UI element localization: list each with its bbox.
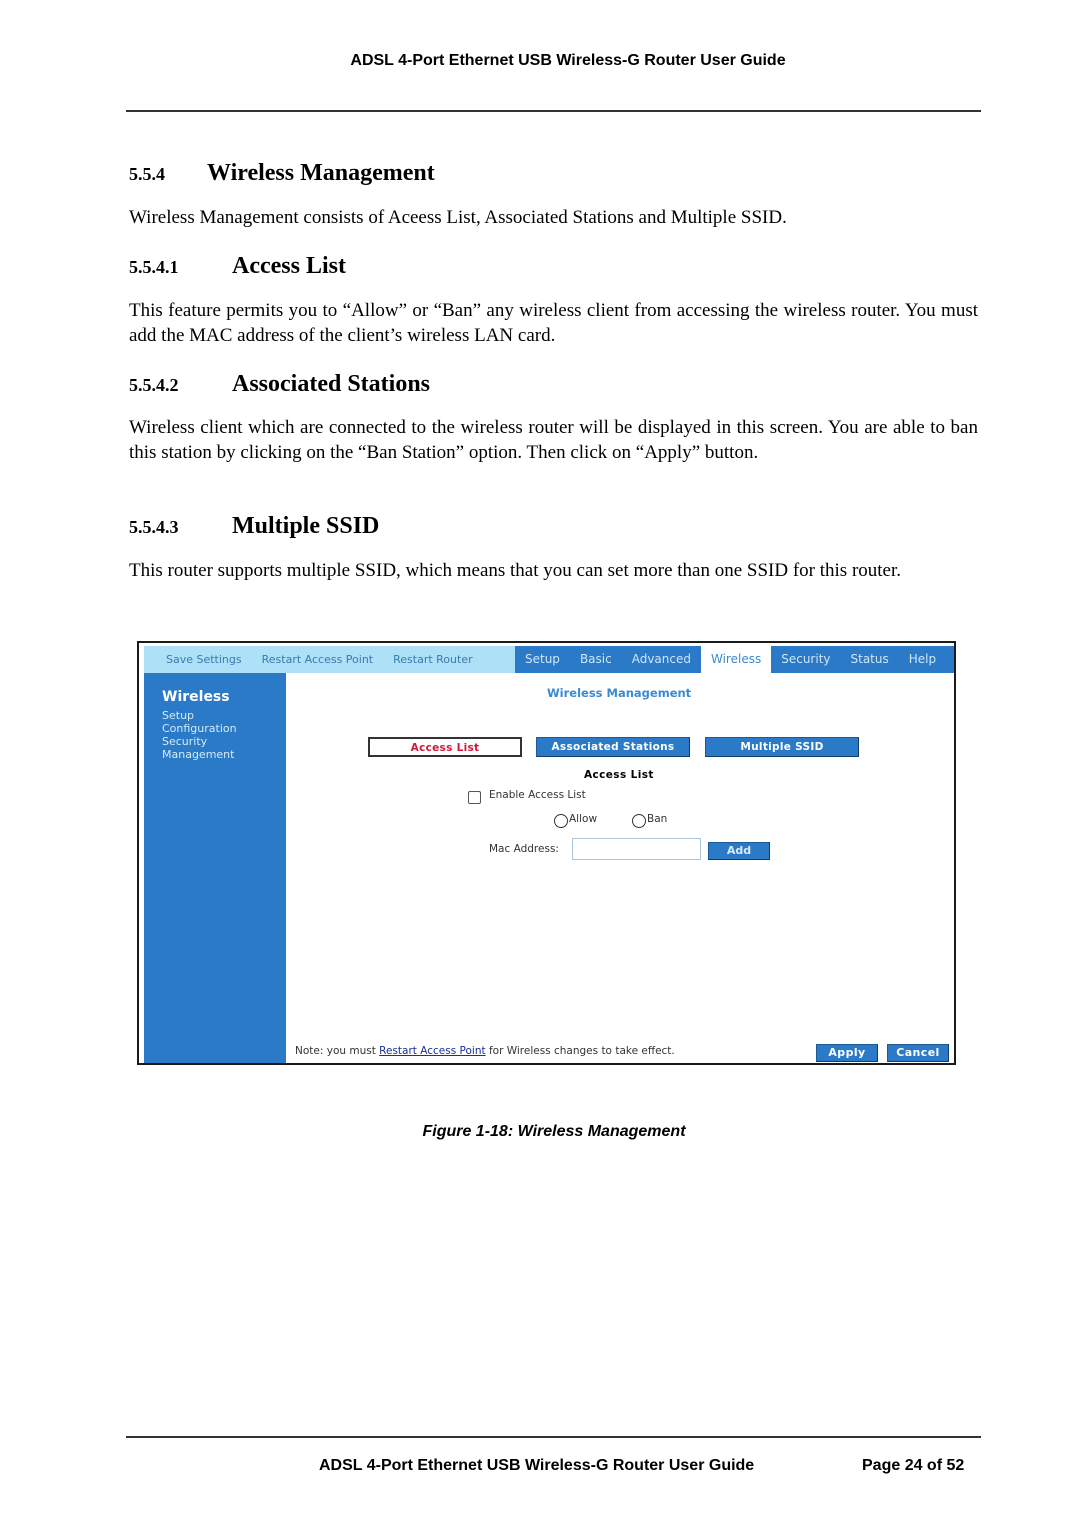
restart-access-point-link[interactable]: Restart Access Point: [262, 653, 374, 666]
apply-button[interactable]: Apply: [816, 1044, 878, 1062]
tab-advanced[interactable]: Advanced: [622, 646, 701, 673]
section-title: Associated Stations: [232, 371, 431, 397]
sidebar-item-configuration[interactable]: Configuration: [162, 722, 237, 735]
section-number: 5.5.4.3: [129, 517, 179, 537]
allow-radio-label: Allow: [569, 813, 598, 825]
tab-setup[interactable]: Setup: [515, 646, 570, 673]
running-footer: ADSL 4-Port Ethernet USB Wireless-G Rout…: [319, 1457, 755, 1474]
figure-caption: Figure 1-18: Wireless Management: [422, 1123, 686, 1140]
access-list-tab-button[interactable]: Access List: [368, 737, 522, 757]
section-number: 5.5.4: [129, 164, 165, 184]
tab-security[interactable]: Security: [771, 646, 840, 673]
sidebar-links: Setup Configuration Security Management: [162, 709, 237, 761]
section-title: Access List: [232, 253, 346, 279]
tab-status[interactable]: Status: [841, 646, 899, 673]
restart-note: Note: you must Restart Access Point for …: [295, 1045, 675, 1057]
sidebar-item-setup[interactable]: Setup: [162, 709, 237, 722]
access-list-section-label: Access List: [584, 769, 654, 781]
tab-help[interactable]: Help: [899, 646, 946, 673]
tab-basic[interactable]: Basic: [570, 646, 622, 673]
note-suffix: for Wireless changes to take effect.: [485, 1045, 675, 1057]
ban-radio[interactable]: [632, 814, 646, 828]
section-heading-wireless-management: 5.5.4 Wireless Management: [129, 160, 435, 187]
associated-stations-tab-button[interactable]: Associated Stations: [536, 737, 690, 757]
sidebar: Wireless Setup Configuration Security Ma…: [144, 673, 286, 1063]
enable-access-list-label: Enable Access List: [489, 789, 586, 801]
top-navigation-bar: Save Settings Restart Access Point Resta…: [144, 646, 954, 673]
allow-radio[interactable]: [554, 814, 568, 828]
section-number: 5.5.4.2: [129, 375, 179, 395]
section-body-associated-stations: Wireless client which are connected to t…: [129, 417, 978, 463]
sidebar-title: Wireless: [162, 689, 230, 705]
save-settings-link[interactable]: Save Settings: [166, 653, 242, 666]
sidebar-item-management[interactable]: Management: [162, 748, 237, 761]
section-title: Wireless Management: [207, 160, 435, 186]
running-header: ADSL 4-Port Ethernet USB Wireless-G Rout…: [350, 52, 786, 69]
cancel-button[interactable]: Cancel: [887, 1044, 949, 1062]
main-tabs: Setup Basic Advanced Wireless Security S…: [515, 646, 954, 673]
note-prefix: Note: you must: [295, 1045, 380, 1057]
mac-address-input[interactable]: [572, 838, 701, 860]
section-title: Multiple SSID: [232, 513, 380, 539]
section-heading-associated-stations: 5.5.4.2 Associated Stations: [129, 371, 430, 398]
page-number: Page 24 of 52: [862, 1457, 965, 1474]
restart-access-point-note-link[interactable]: Restart Access Point: [379, 1045, 485, 1057]
tab-wireless[interactable]: Wireless: [701, 646, 772, 673]
section-body-access-list: This feature permits you to “Allow” or “…: [129, 300, 978, 346]
header-rule: [126, 110, 981, 112]
section-heading-access-list: 5.5.4.1 Access List: [129, 253, 346, 280]
router-ui-screenshot: Save Settings Restart Access Point Resta…: [137, 641, 956, 1065]
section-body-wireless-management: Wireless Management consists of Aceess L…: [129, 207, 787, 228]
section-number: 5.5.4.1: [129, 257, 179, 277]
section-heading-multiple-ssid: 5.5.4.3 Multiple SSID: [129, 513, 379, 540]
mac-address-label: Mac Address:: [489, 843, 559, 855]
enable-access-list-checkbox[interactable]: [468, 791, 481, 804]
add-button[interactable]: Add: [708, 842, 770, 860]
section-body-multiple-ssid: This router supports multiple SSID, whic…: [129, 560, 902, 581]
restart-router-link[interactable]: Restart Router: [393, 653, 473, 666]
multiple-ssid-tab-button[interactable]: Multiple SSID: [705, 737, 859, 757]
ban-radio-label: Ban: [647, 813, 668, 825]
sidebar-item-security[interactable]: Security: [162, 735, 237, 748]
footer-rule: [126, 1436, 981, 1438]
content-title: Wireless Management: [547, 686, 692, 700]
